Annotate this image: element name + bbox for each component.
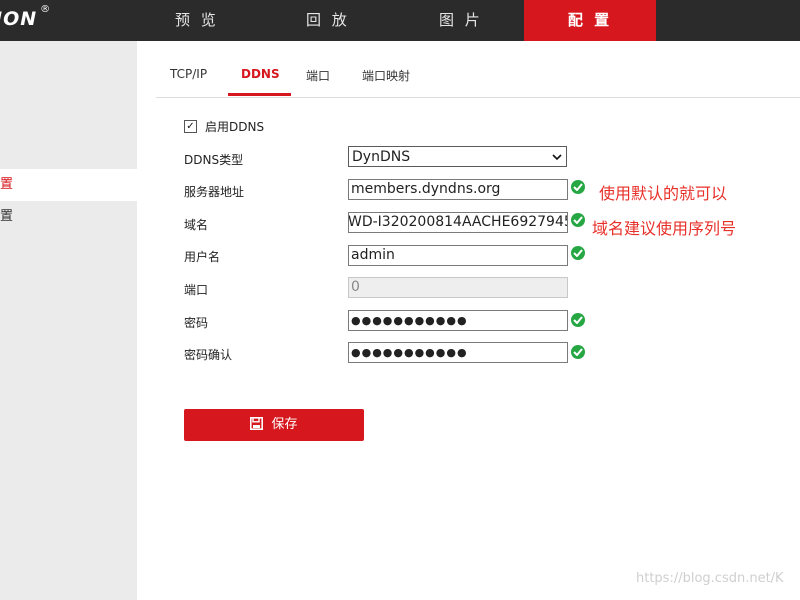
password-confirm-input[interactable]: ●●●●●●●●●●● — [348, 342, 568, 363]
top-navigation-bar: ION® 预 览 回 放 图 片 配 置 — [0, 0, 800, 41]
tab-tcpip[interactable]: TCP/IP — [170, 67, 207, 81]
server-address-input[interactable]: members.dyndns.org — [348, 179, 568, 200]
nav-picture[interactable]: 图 片 — [439, 0, 483, 41]
nav-configuration[interactable]: 配 置 — [524, 0, 656, 41]
password-input[interactable]: ●●●●●●●●●●● — [348, 310, 568, 331]
sidebar: 配置 配置 频 — [0, 41, 137, 600]
domain-input[interactable]: WD-I320200814AACHE69279450 — [348, 212, 568, 233]
network-tabs: TCP/IP DDNS 端口 端口映射 — [156, 55, 800, 98]
domain-annotation: 域名建议使用序列号 — [592, 219, 737, 238]
enable-ddns-label: 启用DDNS — [205, 120, 265, 134]
tab-port-mapping[interactable]: 端口映射 — [362, 67, 410, 84]
port-label: 端口 — [184, 283, 209, 297]
floppy-disk-icon — [250, 417, 264, 430]
watermark: https://blog.csdn.net/K — [636, 571, 784, 586]
check-circle-icon — [571, 213, 585, 227]
chevron-down-icon — [552, 154, 562, 161]
domain-label: 域名 — [184, 218, 209, 232]
server-address-annotation: 使用默认的就可以 — [599, 184, 728, 203]
sidebar-item-frequency[interactable]: 频 — [0, 233, 137, 265]
username-label: 用户名 — [184, 250, 221, 264]
ddns-type-select[interactable]: DynDNS — [348, 146, 567, 167]
check-circle-icon — [571, 313, 585, 327]
sidebar-item-configuration[interactable]: 配置 — [0, 169, 137, 201]
save-button[interactable]: 保存 — [184, 409, 364, 441]
username-input[interactable]: admin — [348, 245, 568, 266]
sidebar-item-configuration-2[interactable]: 配置 — [0, 201, 137, 233]
brand-logo: ION® — [0, 3, 52, 30]
active-tab-indicator — [228, 93, 291, 96]
check-circle-icon — [571, 345, 585, 359]
save-button-label: 保存 — [271, 417, 298, 432]
nav-preview[interactable]: 预 览 — [175, 0, 219, 41]
check-circle-icon — [571, 246, 585, 260]
tab-ddns[interactable]: DDNS — [241, 67, 280, 81]
password-label: 密码 — [184, 316, 209, 330]
check-circle-icon — [571, 180, 585, 194]
password-confirm-label: 密码确认 — [184, 348, 233, 362]
server-address-label: 服务器地址 — [184, 185, 245, 199]
nav-playback[interactable]: 回 放 — [306, 0, 350, 41]
enable-ddns-checkbox[interactable]: ✓ — [184, 120, 197, 133]
ddns-type-value: DynDNS — [352, 149, 411, 165]
port-input[interactable]: 0 — [348, 277, 568, 298]
tab-port[interactable]: 端口 — [306, 67, 330, 84]
ddns-type-label: DDNS类型 — [184, 153, 244, 167]
